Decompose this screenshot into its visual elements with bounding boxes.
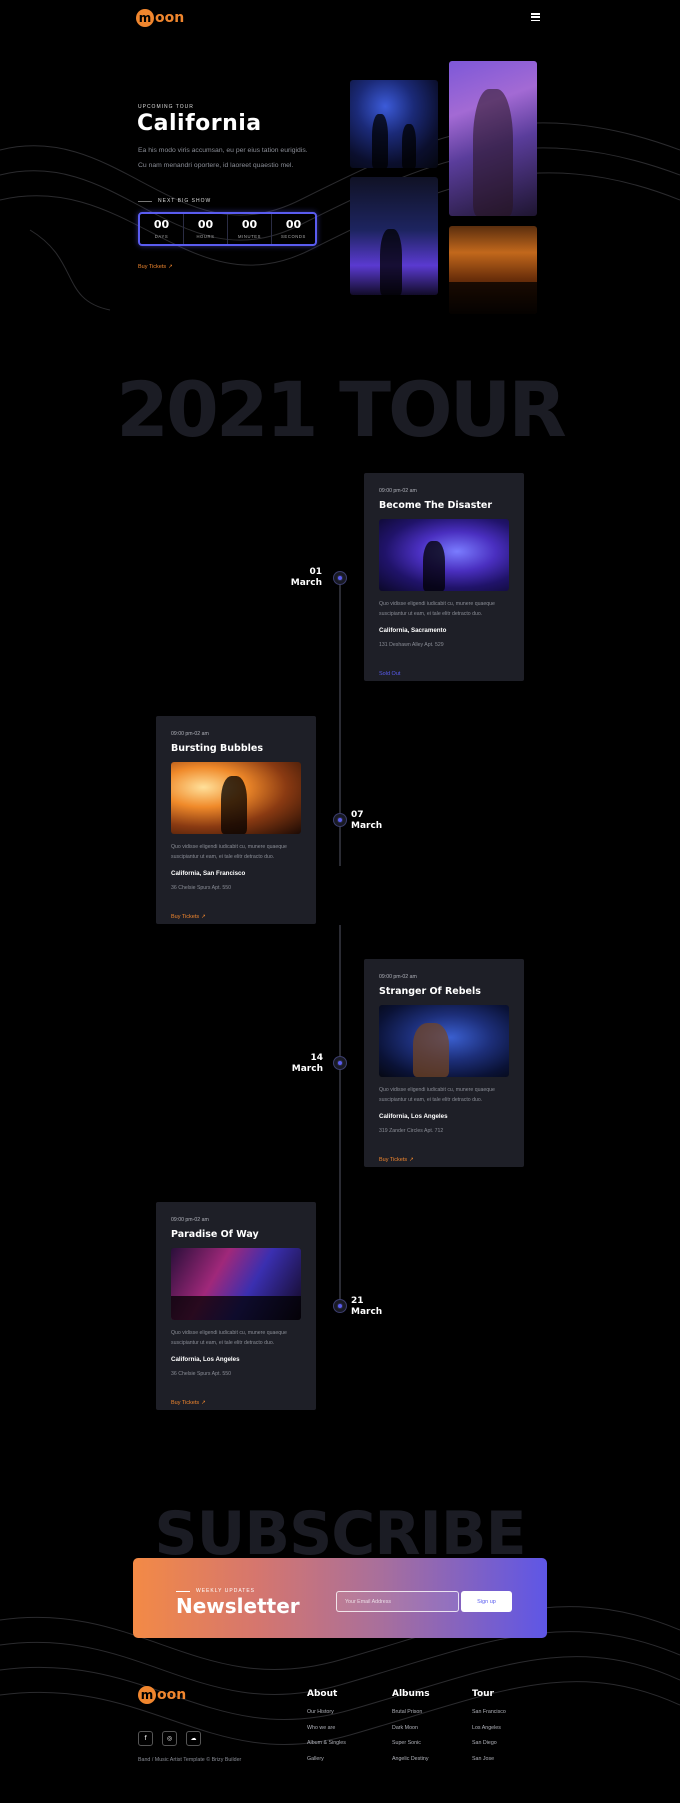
arrow-icon: ↗ [168,264,173,270]
event-time: 09:00 pm-02 am [379,488,417,494]
soundcloud-icon[interactable]: ☁ [186,1731,201,1746]
event-location: California, Sacramento [379,627,447,634]
footer-link[interactable]: Who we are [307,1725,346,1741]
instagram-icon[interactable]: ◎ [162,1731,177,1746]
event-description: Quo vidisse eligendi iudicabit cu, muner… [379,1087,495,1103]
logo-mark: m [138,1686,156,1704]
footer-column-about: About Our History Who we are Album & Sin… [307,1689,346,1771]
event-date: 21 March [351,1296,383,1317]
event-location: California, Los Angeles [171,1356,240,1363]
copyright: Band / Music Artist Template © Brizy Bui… [138,1757,242,1763]
countdown-timer: 00 DAYS 00 HOURS 00 MINUTES 00 SECONDS [138,212,317,246]
hero-title: California [137,111,262,136]
event-description: Quo vidisse eligendi iudicabit cu, muner… [171,1330,287,1346]
hero-photo-stage-band [350,80,438,168]
event-image [171,762,301,834]
countdown-hours: 00 HOURS [184,214,228,244]
hero-description: Ea his modo viris accumsan, eu per eius … [138,147,308,169]
event-time: 09:00 pm-02 am [171,1217,209,1223]
footer-column-tour: Tour San Francisco Los Angeles San Diego… [472,1689,506,1771]
footer-column-title: Tour [472,1689,494,1699]
buy-tickets-link[interactable]: Buy Tickets ↗ [379,1157,414,1163]
footer-link[interactable]: Our History [307,1709,346,1725]
hero-photo-guitarist [449,61,537,216]
timeline-line [339,925,341,1306]
logo-text: oon [157,1687,187,1703]
event-address: 319 Zander Circles Apt. 712 [379,1128,444,1134]
timeline-dot [334,814,346,826]
event-image [171,1248,301,1320]
next-show-label: NEXT BIG SHOW [138,198,211,204]
arrow-icon: ↗ [409,1157,414,1163]
footer-link[interactable]: San Jose [472,1756,506,1772]
footer-column-title: About [307,1689,338,1699]
logo[interactable]: m oon [136,8,184,28]
buy-tickets-link[interactable]: Buy Tickets ↗ [171,1400,206,1406]
event-title: Stranger Of Rebels [379,986,481,997]
hero-buy-tickets-link[interactable]: Buy Tickets ↗ [138,264,173,270]
countdown-seconds: 00 SECONDS [281,218,306,240]
subscribe-heading: SUBSCRIBE [154,1499,526,1569]
arrow-icon: ↗ [201,1400,206,1406]
event-image [379,1005,509,1077]
event-time: 09:00 pm-02 am [171,731,209,737]
event-title: Paradise Of Way [171,1229,259,1240]
countdown-days: 00 DAYS [140,214,184,244]
email-input[interactable] [336,1591,459,1612]
buy-tickets-link[interactable]: Buy Tickets ↗ [171,914,206,920]
event-date: 07 March [351,810,383,831]
event-date: 01 March [290,567,322,588]
hero-photo-drummer [350,177,438,295]
footer-link[interactable]: Los Angeles [472,1725,506,1741]
footer-link[interactable]: Angelic Destiny [392,1756,430,1772]
countdown-minutes: 00 MINUTES [228,214,272,244]
event-card: 09:00 pm-02 am Stranger Of Rebels Quo vi… [364,959,524,1167]
event-date: 14 March [291,1053,323,1074]
hero-eyebrow: UPCOMING TOUR [138,104,194,110]
event-time: 09:00 pm-02 am [379,974,417,980]
event-title: Bursting Bubbles [171,743,263,754]
hamburger-icon[interactable] [531,13,540,21]
timeline-dot [334,572,346,584]
footer-link[interactable]: San Francisco [472,1709,506,1725]
footer-link[interactable]: Super Sonic [392,1740,430,1756]
newsletter-box: WEEKLY UPDATES Newsletter Sign up [133,1558,547,1638]
hero-photo-crowd [449,226,537,314]
event-card: 09:00 pm-02 am Paradise Of Way Quo vidis… [156,1202,316,1410]
footer-link[interactable]: Album & Singles [307,1740,346,1756]
footer-logo[interactable]: m oon [138,1686,186,1704]
event-card: 09:00 pm-02 am Bursting Bubbles Quo vidi… [156,716,316,924]
footer-column-albums: Albums Brutal Prison Dark Moon Super Son… [392,1689,430,1771]
footer-link[interactable]: Gallery [307,1756,346,1772]
footer-link[interactable]: San Diego [472,1740,506,1756]
footer-link[interactable]: Dark Moon [392,1725,430,1741]
timeline-dot [334,1057,346,1069]
event-location: California, San Francisco [171,870,246,877]
event-description: Quo vidisse eligendi iudicabit cu, muner… [171,844,287,860]
event-location: California, Los Angeles [379,1113,448,1120]
event-image [379,519,509,591]
event-address: 131 Deshawn Alley Apt. 529 [379,642,444,648]
sold-out-label: Sold Out [379,671,401,677]
footer-column-title: Albums [392,1689,430,1699]
newsletter-title: Newsletter [176,1594,300,1618]
arrow-icon: ↗ [201,914,206,920]
event-card: 09:00 pm-02 am Become The Disaster Quo v… [364,473,524,681]
logo-text: oon [155,10,185,26]
logo-mark: m [136,9,154,27]
facebook-icon[interactable]: f [138,1731,153,1746]
signup-button[interactable]: Sign up [461,1591,512,1612]
event-address: 36 Chelsie Spurs Apt. 550 [171,1371,231,1377]
event-description: Quo vidisse eligendi iudicabit cu, muner… [379,601,495,617]
timeline-dot [334,1300,346,1312]
event-title: Become The Disaster [379,500,493,511]
footer-link[interactable]: Brutal Prison [392,1709,430,1725]
tour-heading: 2021 TOUR [116,365,567,454]
event-address: 36 Chelsie Spurs Apt. 550 [171,885,231,891]
